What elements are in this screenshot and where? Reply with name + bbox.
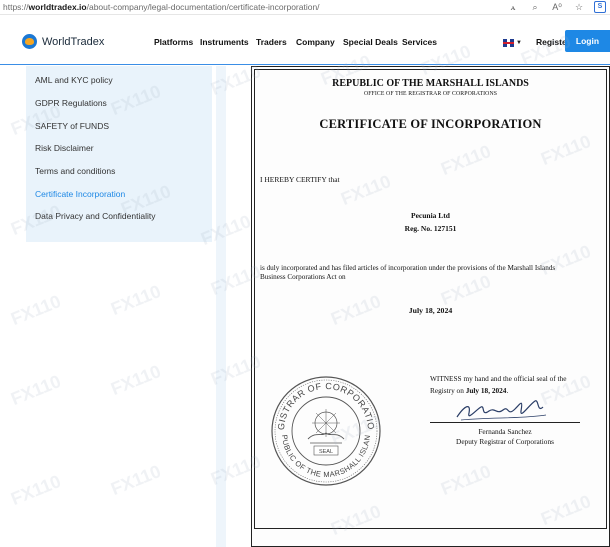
signature-line [430,422,580,423]
site-header: WorldTradex Platforms Instruments Trader… [0,15,610,65]
url-text[interactable]: https://worldtradex.io/about-company/leg… [3,2,320,12]
zoom-icon[interactable]: ⌕ [528,2,542,13]
sidebar-item-safety-funds[interactable]: SAFETY of FUNDS [35,121,109,131]
legal-sidebar: AML and KYC policy GDPR Regulations SAFE… [26,66,212,242]
certificate-republic: REPUBLIC OF THE MARSHALL ISLANDS [332,78,529,89]
sidebar-item-gdpr[interactable]: GDPR Regulations [35,98,107,108]
nav-platforms[interactable]: Platforms [154,37,193,47]
svg-text:REGISTRAR OF CORPORATIONS: REGISTRAR OF CORPORATIONS [270,375,376,430]
sidebar-item-terms[interactable]: Terms and conditions [35,166,115,176]
certificate-body-text: is duly incorporated and has filed artic… [260,264,556,281]
content-divider [216,66,226,547]
sidebar-item-certificate[interactable]: Certificate Incorporation [35,189,125,199]
language-selector[interactable]: ▼ [503,37,523,48]
aa-icon[interactable]: ꭺ [506,2,520,13]
browser-tools: ꭺ ⌕ A⁰ ☆ S [506,1,606,13]
nav-traders[interactable]: Traders [256,37,287,47]
certificate-certify: I HEREBY CERTIFY that [260,175,340,184]
witness-line-2: Registry on [430,386,466,395]
read-aloud-icon[interactable]: A⁰ [550,2,564,13]
nav-special-deals[interactable]: Special Deals [343,37,398,47]
url-domain: worldtradex.io [28,2,87,12]
sidebar-item-aml-kyc[interactable]: AML and KYC policy [35,75,113,85]
favorite-icon[interactable]: ☆ [572,2,586,13]
svg-text:SEAL: SEAL [319,449,333,455]
sidebar-item-risk-disclaimer[interactable]: Risk Disclaimer [35,143,94,153]
nav-services[interactable]: Services [402,37,437,47]
url-prefix: https:// [3,2,29,12]
signature-image [456,400,547,421]
certificate-company-name: Pecunia Ltd [411,211,450,220]
sync-icon[interactable]: S [594,1,606,13]
witness-line-1: WITNESS my hand and the official seal of… [430,374,567,383]
witness-date: July 18, 2024 [465,386,507,395]
signer-title: Deputy Registrar of Corporations [456,437,554,446]
page: https://worldtradex.io/about-company/leg… [0,0,610,547]
registrar-seal-icon: REGISTRAR OF CORPORATIONS REPUBLIC OF TH… [270,375,381,486]
logo-icon [22,34,37,49]
logo[interactable]: WorldTradex [22,34,104,49]
signer-name: Fernanda Sanchez [478,427,532,436]
nav-company[interactable]: Company [296,37,335,47]
certificate-reg-number: Reg. No. 127151 [404,224,457,233]
certificate-office: OFFICE OF THE REGISTRAR OF CORPORATIONS [363,91,498,97]
browser-address-bar[interactable]: https://worldtradex.io/about-company/leg… [0,0,610,15]
certificate-witness: WITNESS my hand and the official seal of… [430,373,600,397]
url-path: /about-company/legal-documentation/certi… [86,2,320,12]
login-button[interactable]: Login [565,30,610,52]
chevron-down-icon: ▼ [516,39,522,46]
uk-flag-icon [503,38,514,47]
brand-name: WorldTradex [42,35,105,48]
certificate-title: CERTIFICATE OF INCORPORATION [319,117,542,131]
certificate-date: July 18, 2024 [408,306,453,315]
sidebar-item-data-privacy[interactable]: Data Privacy and Confidentiality [35,211,155,221]
nav-instruments[interactable]: Instruments [200,37,249,47]
witness-end: . [506,386,509,395]
